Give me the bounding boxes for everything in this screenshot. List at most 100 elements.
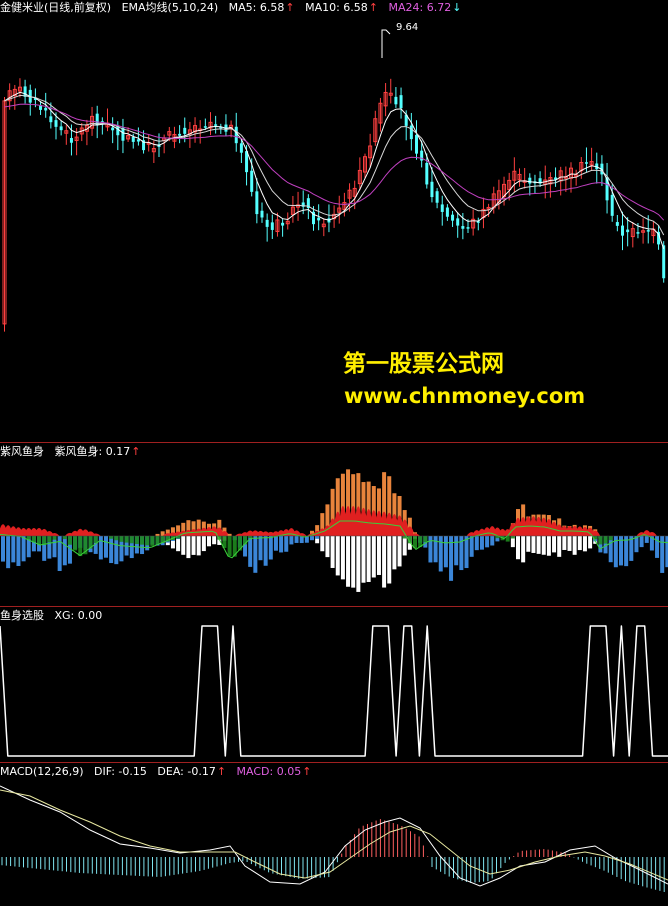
zf-green-bar — [603, 536, 608, 544]
candle-body — [626, 229, 630, 233]
zfys-value: 紫风鱼身: 0.17 — [54, 445, 131, 458]
zf-white-bar — [340, 536, 345, 580]
zf-blue-bar — [485, 536, 490, 548]
zf-white-bar — [346, 536, 351, 587]
candle-body — [425, 162, 429, 185]
candle-body — [281, 222, 285, 226]
watermark-url: www.chnmoney.com — [344, 384, 586, 408]
candle-body — [399, 95, 403, 109]
zfys-header: 紫风鱼身 紫风鱼身: 0.17↑ — [0, 445, 147, 461]
stock-title: 金健米业(日线,前复权) — [0, 1, 112, 14]
zf-blue-bar — [1, 536, 5, 562]
zf-green-bar — [124, 536, 129, 543]
zf-blue-bar — [310, 536, 314, 541]
zfys-title: 紫风鱼身 — [0, 445, 44, 458]
xg-title: 鱼身选股 — [0, 609, 44, 622]
zf-blue-bar — [21, 536, 26, 562]
zfys-up-arrow-icon: ↑ — [131, 445, 141, 458]
candle-body — [646, 230, 650, 232]
candle-body — [415, 134, 418, 154]
candle-body — [409, 125, 413, 140]
macd-up-arrow-icon: ↑ — [302, 765, 312, 778]
candle-body — [461, 226, 465, 229]
xg-header: 鱼身选股 XG: 0.00 — [0, 609, 109, 625]
zf-blue-bar — [469, 536, 474, 557]
candle-body — [239, 143, 243, 153]
candle-body — [662, 245, 666, 279]
zf-white-bar — [588, 536, 593, 549]
candle-body — [203, 126, 207, 128]
candle-body — [621, 225, 624, 236]
ma10-value: MA10: 6.58 — [305, 1, 368, 14]
peak-marker — [381, 29, 391, 58]
zf-blue-bar — [660, 536, 665, 573]
candle-body — [136, 139, 140, 142]
ma24-value: MA24: 6.72 — [388, 1, 452, 14]
zf-blue-bar — [253, 536, 258, 573]
zf-blue-bar — [644, 536, 649, 543]
zf-blue-bar — [104, 536, 108, 558]
zf-white-bar — [191, 536, 196, 555]
candle-body — [214, 124, 218, 126]
candle-body — [131, 136, 135, 142]
candle-body — [466, 227, 470, 229]
dea-up-arrow-icon: ↑ — [216, 765, 227, 778]
zf-white-bar — [201, 536, 206, 552]
candle-body — [636, 232, 640, 234]
zf-blue-bar — [268, 536, 273, 560]
zf-blue-bar — [428, 536, 433, 563]
zf-blue-bar — [109, 536, 114, 564]
xg-signal-line — [0, 625, 668, 757]
candle-body — [456, 218, 460, 226]
xg-value: XG: 0.00 — [54, 609, 103, 622]
zf-white-bar — [397, 536, 402, 567]
candle-body — [59, 126, 63, 131]
candle-body — [44, 107, 48, 111]
zf-blue-bar — [443, 536, 448, 568]
zf-green-bar — [37, 536, 42, 545]
peak-price-label: 9.64 — [396, 22, 419, 33]
candle-body — [610, 194, 614, 216]
zf-blue-bar — [263, 536, 268, 566]
zf-green-bar — [119, 536, 124, 542]
dif-line — [0, 785, 668, 887]
ma24-down-arrow-icon: ↓ — [452, 1, 462, 14]
zf-green-bar — [114, 536, 119, 541]
zf-white-bar — [572, 536, 577, 555]
zf-white-bar — [376, 536, 381, 575]
zf-green-bar — [248, 536, 253, 539]
zf-blue-bar — [294, 536, 299, 543]
zf-green-bar — [62, 536, 67, 540]
zf-orange-bar — [227, 533, 232, 536]
candle-body — [445, 207, 449, 217]
zf-blue-bar — [464, 536, 469, 569]
zf-white-bar — [402, 536, 407, 556]
candle-body — [435, 191, 439, 203]
zf-green-bar — [608, 536, 613, 541]
zf-orange-bar — [155, 533, 160, 536]
ma5-up-arrow-icon: ↑ — [285, 1, 295, 14]
zf-white-bar — [366, 536, 371, 582]
zf-blue-bar — [62, 536, 67, 566]
zf-blue-bar — [474, 536, 479, 551]
candle-body — [250, 170, 254, 192]
zf-green-bar — [26, 536, 31, 540]
zf-green-bar — [598, 536, 603, 545]
candle-body — [183, 127, 187, 134]
zf-blue-bar — [438, 536, 443, 572]
zf-white-bar — [541, 536, 546, 555]
zf-white-bar — [212, 536, 217, 545]
ma10-up-arrow-icon: ↑ — [368, 1, 379, 14]
zf-green-bar — [78, 536, 83, 557]
zf-green-bar — [510, 536, 515, 539]
zf-white-bar — [521, 536, 526, 563]
dif-value: DIF: -0.15 — [94, 765, 147, 778]
candle-body — [260, 210, 264, 218]
ma5-value: MA5: 6.58 — [228, 1, 285, 14]
zf-white-bar — [392, 536, 397, 570]
zf-white-bar — [582, 536, 587, 552]
zf-white-bar — [207, 536, 211, 547]
zf-blue-bar — [258, 536, 263, 561]
zf-white-bar — [526, 536, 531, 552]
zf-blue-bar — [454, 536, 459, 566]
